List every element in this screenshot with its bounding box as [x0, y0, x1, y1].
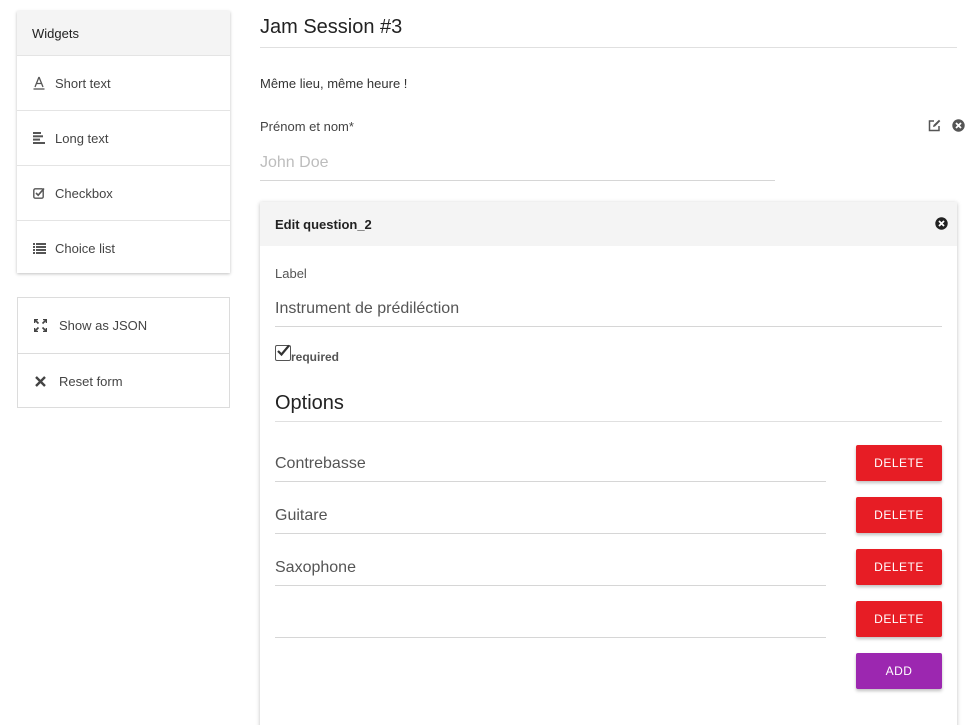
widget-label: Long text: [55, 130, 109, 146]
widget-label: Short text: [55, 75, 111, 91]
question-editor: Edit question_2 Label required Options D…: [260, 202, 957, 725]
widget-short-text[interactable]: Short text: [17, 55, 230, 110]
checkmark-icon: [277, 344, 290, 357]
options-divider: [275, 421, 942, 422]
list-icon: [32, 241, 46, 255]
form-description: Même lieu, même heure !: [260, 76, 408, 91]
name-input[interactable]: [260, 146, 775, 181]
align-left-icon: [32, 131, 46, 145]
widgets-panel: Widgets Short text Long text Checkbox Ch…: [17, 11, 230, 273]
widgets-header: Widgets: [17, 11, 230, 55]
option-input[interactable]: [275, 550, 826, 586]
editor-title: Edit question_2: [275, 216, 372, 232]
widget-label: Checkbox: [55, 185, 113, 201]
required-checkbox[interactable]: [275, 344, 291, 361]
reset-form-button[interactable]: Reset form: [18, 353, 229, 408]
delete-option-button[interactable]: DELETE: [856, 601, 942, 637]
widget-checkbox[interactable]: Checkbox: [17, 165, 230, 220]
title-divider: [260, 47, 957, 48]
option-input[interactable]: [275, 498, 826, 534]
label-caption: Label: [275, 266, 307, 281]
widget-choice-list[interactable]: Choice list: [17, 220, 230, 275]
checkbox-icon: [32, 186, 46, 200]
option-input[interactable]: [275, 446, 826, 482]
show-json-button[interactable]: Show as JSON: [18, 298, 229, 353]
delete-option-button[interactable]: DELETE: [856, 549, 942, 585]
option-input[interactable]: [275, 602, 826, 638]
question-label: Prénom et nom*: [260, 119, 354, 134]
editor-header: Edit question_2: [260, 202, 957, 246]
action-label: Show as JSON: [59, 318, 148, 333]
close-circle-icon[interactable]: [935, 217, 948, 230]
delete-option-button[interactable]: DELETE: [856, 445, 942, 481]
close-icon: [33, 374, 47, 388]
action-label: Reset form: [59, 373, 123, 389]
text-format-icon: [32, 76, 46, 90]
widget-label: Choice list: [55, 240, 115, 256]
edit-icon[interactable]: [928, 119, 941, 132]
widget-long-text[interactable]: Long text: [17, 110, 230, 165]
actions-panel: Show as JSON Reset form: [17, 297, 230, 408]
form-title: Jam Session #3: [260, 16, 403, 38]
label-input[interactable]: [275, 292, 942, 327]
options-heading: Options: [275, 392, 344, 414]
expand-icon: [33, 319, 47, 333]
delete-option-button[interactable]: DELETE: [856, 497, 942, 533]
remove-circle-icon[interactable]: [952, 119, 965, 132]
required-label: required: [291, 350, 340, 364]
add-option-button[interactable]: ADD: [856, 653, 942, 689]
